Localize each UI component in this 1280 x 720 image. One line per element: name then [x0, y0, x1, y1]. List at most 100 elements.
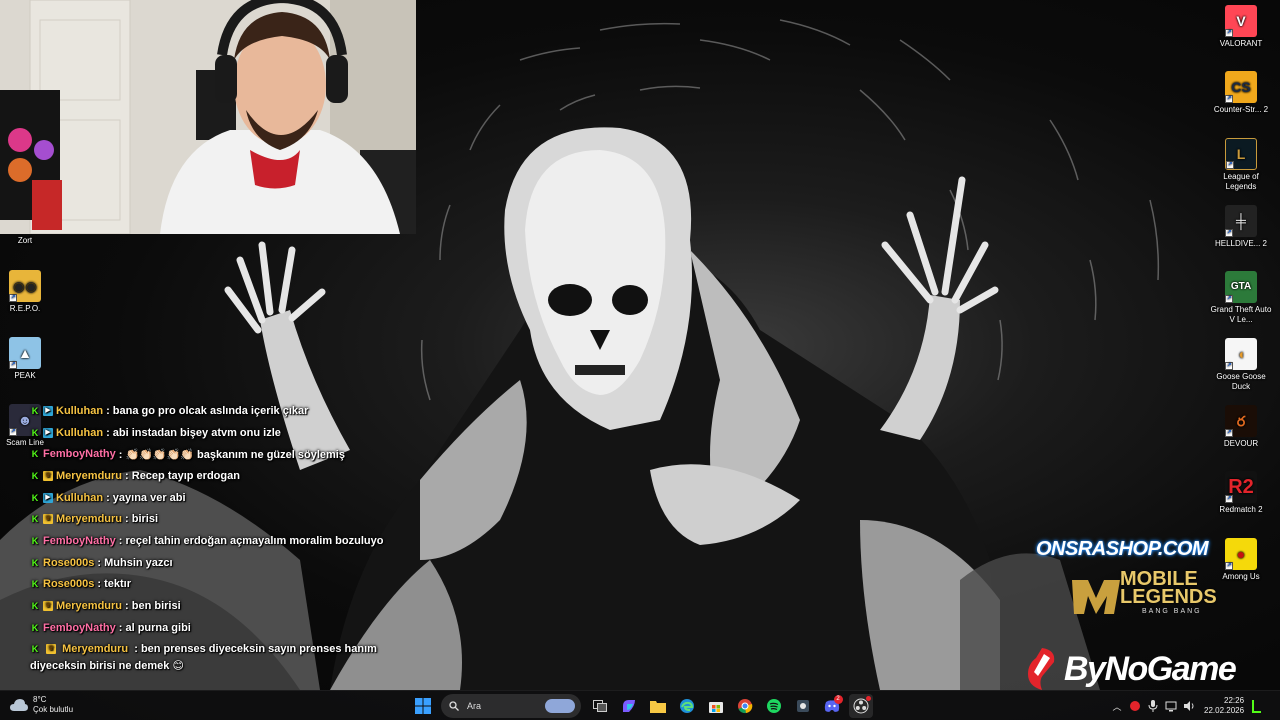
- gta-icon: GTA ↗: [1225, 271, 1257, 303]
- desktop-icon-label: Goose Goose Duck: [1216, 372, 1266, 391]
- taskbar-search[interactable]: Ara: [441, 694, 581, 718]
- crown-badge-icon: ♛: [46, 643, 57, 654]
- task-view-button[interactable]: [588, 694, 612, 718]
- search-icon: [449, 701, 459, 711]
- copilot-button[interactable]: [617, 694, 641, 718]
- chat-username: FemboyNathy: [43, 534, 116, 547]
- desktop-icon-label: Grand Theft Auto V Le...: [1210, 305, 1272, 324]
- desktop-icon-counter-strike[interactable]: CS ↗ Counter-Str... 2: [1209, 71, 1273, 115]
- microphone-icon[interactable]: [1144, 697, 1162, 715]
- desktop-icon-label: HELLDIVE... 2: [1214, 239, 1268, 248]
- desktop-icon-goose-goose-duck[interactable]: ◖ ↗ Goose Goose Duck: [1209, 338, 1273, 392]
- chat-text: : abi instadan bişey atvm onu izle: [106, 426, 281, 439]
- show-desktop-button[interactable]: [1248, 697, 1266, 715]
- desktop-icon-helldivers[interactable]: ╪ ↗ HELLDIVE... 2: [1209, 205, 1273, 249]
- chat-message: K FemboyNathy : 👏🏻👏🏻👏🏻👏🏻👏🏻 başkanım ne g…: [30, 443, 410, 465]
- desktop-icon-repo[interactable]: ◉◉ ↗ R.E.P.O.: [0, 270, 57, 314]
- volume-icon[interactable]: [1180, 697, 1198, 715]
- tray-app-icon[interactable]: [1126, 697, 1144, 715]
- kick-badge-icon: K: [31, 427, 39, 438]
- chat-text: : bana go pro olcak aslında içerik çıkar: [106, 404, 309, 417]
- kick-badge-icon: K: [31, 535, 39, 546]
- cloud-icon: [10, 699, 28, 711]
- desktop-icon-label: VALORANT: [1219, 39, 1263, 48]
- windows-taskbar: 8°C Çok bulutlu Ara 2 ︿ 22:26 22.02.2026: [0, 690, 1280, 720]
- weather-widget[interactable]: 8°C Çok bulutlu: [10, 695, 73, 715]
- task-view-icon: [592, 700, 607, 712]
- desktop-icon-label: Redmatch 2: [1219, 505, 1263, 514]
- chat-message: K ♛ Meryemduru : Recep tayıp erdogan: [30, 465, 410, 487]
- crown-badge-icon: ♛: [43, 514, 53, 525]
- start-button[interactable]: [411, 694, 435, 718]
- chevron-up-icon[interactable]: ︿: [1108, 697, 1126, 715]
- among-us-icon: ● ↗: [1225, 538, 1257, 570]
- windows-start-icon: [414, 698, 431, 714]
- discord-button[interactable]: 2: [820, 694, 844, 718]
- chat-username: Meryemduru: [56, 600, 123, 613]
- webcam-overlay: [0, 0, 416, 234]
- mlbb-line3: BANG BANG: [1142, 608, 1202, 615]
- kick-badge-icon: K: [31, 470, 39, 481]
- peak-icon: ▲ ↗: [9, 337, 41, 369]
- file-explorer-button[interactable]: [646, 694, 670, 718]
- chat-text: : Muhsin yazcı: [97, 556, 173, 569]
- obs-button[interactable]: [848, 694, 873, 718]
- recording-dot-icon: [865, 696, 871, 701]
- goose-goose-duck-icon: ◖ ↗: [1225, 338, 1257, 370]
- chat-username: FemboyNathy: [43, 448, 116, 461]
- chat-message: K ▶ Kulluhan : abi instadan bişey atvm o…: [30, 422, 410, 444]
- xbox-app-button[interactable]: [791, 694, 815, 718]
- desktop-icon-gta[interactable]: GTA ↗ Grand Theft Auto V Le...: [1209, 271, 1273, 325]
- search-placeholder: Ara: [467, 701, 482, 711]
- taskbar-clock[interactable]: 22:26 22.02.2026: [1204, 696, 1244, 716]
- chat-username: Meryemduru: [62, 642, 129, 655]
- vip-badge-icon: ▶: [43, 405, 53, 416]
- desktop-icon-peak[interactable]: ▲ ↗ PEAK: [0, 337, 57, 381]
- mlbb-line2: LEGENDS: [1120, 586, 1217, 608]
- chat-username: Rose000s: [43, 578, 95, 591]
- mobile-legends-logo: MOBILE LEGENDS BANG BANG: [1070, 569, 1240, 622]
- clock-date: 22.02.2026: [1204, 706, 1245, 715]
- crown-badge-icon: ♛: [43, 470, 53, 481]
- weather-desc: Çok bulutlu: [33, 705, 74, 714]
- crown-badge-icon: ♛: [43, 601, 53, 612]
- chrome-button[interactable]: [733, 694, 757, 718]
- bynogame-logo: ByNoGame: [1024, 646, 1237, 692]
- devour-icon: ర ↗: [1225, 405, 1257, 437]
- counter-strike-icon: CS ↗: [1225, 71, 1257, 103]
- chrome-icon: [737, 699, 752, 714]
- chat-message: K Rose000s : Muhsin yazcı: [30, 552, 410, 574]
- spotify-button[interactable]: [762, 694, 786, 718]
- desktop-icon-redmatch[interactable]: R2 ↗ Redmatch 2: [1209, 471, 1273, 515]
- system-tray: ︿ 22:26 22.02.2026: [1108, 691, 1266, 720]
- streamer-camera-feed: [0, 0, 416, 234]
- chat-text: : ben birisi: [125, 600, 181, 613]
- desktop-icon-zort[interactable]: Zort: [0, 236, 57, 246]
- bynogame-text: ByNoGame: [1064, 649, 1237, 688]
- valorant-icon: V ↗: [1225, 5, 1257, 37]
- weather-temp: 8°C: [33, 695, 47, 704]
- edge-icon: [679, 699, 694, 713]
- desktop-icon-valorant[interactable]: V ↗ VALORANT: [1209, 5, 1273, 49]
- copilot-icon: [622, 700, 635, 712]
- desktop-icon-devour[interactable]: ర ↗ DEVOUR: [1209, 405, 1273, 449]
- taskbar-apps: Ara 2: [408, 694, 875, 718]
- chat-text: : birisi: [125, 513, 159, 526]
- kick-badge-icon: K: [31, 622, 39, 633]
- onsrashop-logo: ONSRASHOP.COM: [1036, 538, 1209, 560]
- store-button[interactable]: [704, 694, 728, 718]
- helldivers-icon: ╪ ↗: [1225, 205, 1257, 237]
- network-icon[interactable]: [1162, 697, 1180, 715]
- kick-badge-icon: K: [31, 514, 39, 525]
- league-of-legends-icon: L ↗: [1225, 138, 1257, 170]
- kick-badge-icon: K: [31, 643, 39, 654]
- desktop-icon-label: R.E.P.O.: [9, 304, 41, 313]
- edge-button[interactable]: [675, 694, 699, 718]
- kick-badge-icon: K: [31, 579, 39, 590]
- chat-username: Meryemduru: [56, 513, 123, 526]
- chat-text: : al purna gibi: [118, 621, 191, 634]
- kick-badge-icon: K: [31, 601, 39, 612]
- desktop-icon-label: Zort: [17, 236, 33, 245]
- chat-username: FemboyNathy: [43, 621, 116, 634]
- desktop-icon-league-of-legends[interactable]: L ↗ League of Legends: [1209, 138, 1273, 192]
